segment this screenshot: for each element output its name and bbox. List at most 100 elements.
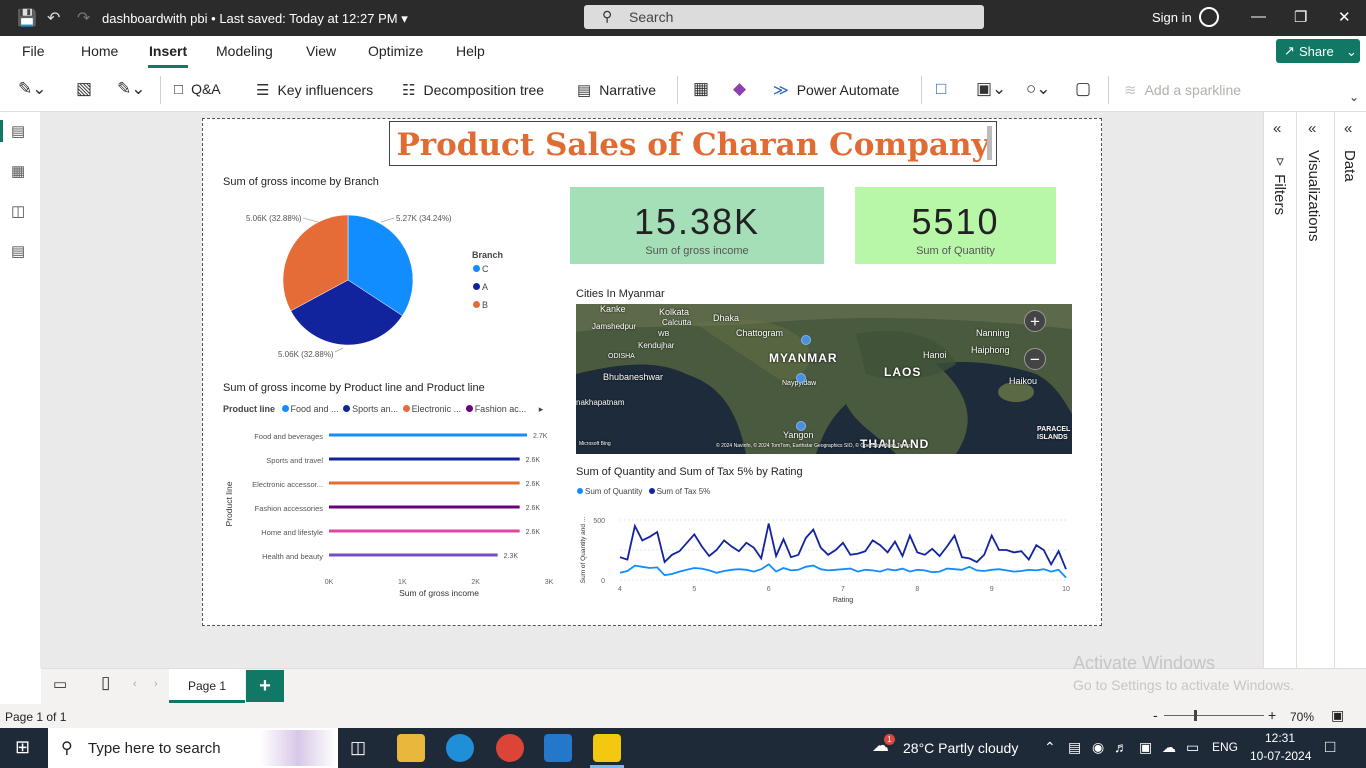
notifications-icon[interactable]: □ (1325, 737, 1335, 757)
battery-icon[interactable]: ▤ (1068, 739, 1081, 756)
menu-help[interactable]: Help (456, 43, 485, 59)
menu-file[interactable]: File (22, 43, 45, 59)
clock-time[interactable]: 12:31 (1265, 731, 1295, 745)
data-expand-icon[interactable]: « (1344, 120, 1352, 137)
map-bubble-yangon[interactable] (796, 421, 806, 431)
tax-series-line[interactable] (619, 523, 1067, 570)
report-title-box[interactable]: Product Sales of Charan Company (389, 121, 997, 166)
dax-query-view-icon[interactable]: ▤ (11, 242, 25, 260)
vscode-icon[interactable] (544, 734, 572, 762)
zoom-in-icon[interactable]: + (1268, 707, 1276, 723)
new-page-icon[interactable]: ✎⌄ (18, 79, 47, 99)
bar[interactable] (329, 457, 520, 461)
line-chart[interactable]: 500 0 4 5 6 7 8 9 10 Rating Sum of Quantity and ..… (573, 499, 1073, 609)
bar-legend-item-fashion[interactable]: Fashion ac... (465, 404, 526, 414)
ribbon-collapse-icon[interactable]: ⌄ (1349, 90, 1359, 104)
menu-home[interactable]: Home (81, 43, 118, 59)
map-bubble-chattogram[interactable] (801, 335, 811, 345)
sign-in-link[interactable]: Sign in (1152, 10, 1192, 25)
bar[interactable] (329, 433, 527, 437)
bar-legend-item-sports[interactable]: Sports an... (343, 404, 398, 414)
bar[interactable] (329, 505, 520, 509)
maximize-icon[interactable]: ❐ (1294, 8, 1307, 26)
chrome-icon[interactable] (496, 734, 524, 762)
pie-legend-item-b[interactable]: B (473, 300, 488, 310)
narrative-button[interactable]: ▤ Narrative (577, 81, 656, 99)
map-zoom-in-button[interactable]: + (1024, 310, 1046, 332)
volume-icon[interactable]: ♬ (1114, 739, 1128, 755)
menu-view[interactable]: View (306, 43, 336, 59)
power-bi-icon[interactable] (593, 734, 621, 762)
line-legend-quantity[interactable]: Sum of Quantity (577, 487, 642, 496)
language-indicator[interactable]: ENG (1212, 740, 1238, 754)
menu-insert[interactable]: Insert (149, 43, 187, 59)
decomposition-tree-button[interactable]: ☷ Decomposition tree (402, 81, 544, 99)
visualizations-pane-tab[interactable]: Visualizations (1305, 150, 1322, 241)
legend-next-icon[interactable]: ▸ (539, 404, 544, 414)
power-apps-icon[interactable]: ◆ (733, 79, 746, 99)
fit-to-page-icon[interactable]: ▣ (1331, 707, 1344, 724)
add-sparkline-button[interactable]: ≋ Add a sparkline (1124, 81, 1241, 99)
network-icon[interactable]: ▭ (1186, 739, 1199, 756)
zoom-level[interactable]: 70% (1290, 710, 1314, 724)
desktop-layout-icon[interactable]: ▭ (53, 675, 67, 693)
page-prev-icon[interactable]: ‹ (133, 678, 137, 690)
pie-chart[interactable]: 5.06K (32.88%) 5.27K (34.24%) 5.06K (32.… (223, 194, 553, 374)
pie-legend-item-a[interactable]: A (473, 282, 488, 292)
zoom-slider[interactable] (1164, 715, 1264, 716)
save-icon[interactable]: 💾 (17, 8, 37, 28)
taskbar-search[interactable]: ⚲ Type here to search (48, 728, 338, 768)
data-pane-tab[interactable]: Data (1341, 150, 1358, 182)
show-hidden-icons-icon[interactable]: ⌃ (1044, 739, 1056, 756)
buttons-icon[interactable]: ▣⌄ (976, 79, 1006, 99)
report-view-icon[interactable]: ▤ (11, 122, 25, 140)
undo-icon[interactable]: ↶ (47, 8, 60, 28)
document-title[interactable]: dashboardwith pbi • Last saved: Today at… (102, 11, 408, 27)
map-visual[interactable]: Kanke Kolkata Calcutta Dhaka Jamshedpur … (576, 304, 1072, 454)
new-visual-icon[interactable]: ▧ (76, 79, 92, 99)
windows-start-icon[interactable]: ⊞ (15, 737, 30, 758)
image-icon[interactable]: ▢ (1075, 79, 1091, 99)
model-view-icon[interactable]: ◫ (11, 202, 25, 220)
qa-button[interactable]: □ Q&A (174, 81, 221, 98)
bar-legend-item-food[interactable]: Food and ... (281, 404, 339, 414)
bar[interactable] (329, 553, 498, 557)
minimize-icon[interactable]: — (1251, 8, 1266, 25)
map-zoom-out-button[interactable]: − (1024, 348, 1046, 370)
clock-date[interactable]: 10-07-2024 (1250, 749, 1311, 763)
bar-legend-item-electronic[interactable]: Electronic ... (402, 404, 461, 414)
bar-chart[interactable]: Food and beverages 2.7K Sports and travel 2… (217, 419, 557, 609)
avatar-icon[interactable] (1199, 7, 1219, 27)
weather-text[interactable]: 28°C Partly cloudy (903, 740, 1018, 756)
more-visuals-icon[interactable]: ✎⌄ (117, 79, 146, 99)
onedrive-icon[interactable]: ☁ (1162, 739, 1176, 756)
file-explorer-icon[interactable] (397, 734, 425, 762)
map-bubble-naypyidaw[interactable] (796, 373, 806, 383)
task-view-icon[interactable]: ◫ (350, 738, 366, 758)
page-next-icon[interactable]: › (154, 678, 158, 690)
power-automate-button[interactable]: ≫ Power Automate (773, 81, 899, 99)
share-button[interactable]: ↗ Share ⌄ (1276, 39, 1360, 63)
add-page-button[interactable]: + (246, 670, 284, 702)
pie-legend-item-c[interactable]: C (473, 264, 489, 274)
bar[interactable] (329, 529, 520, 533)
zoom-slider-thumb[interactable] (1194, 710, 1197, 721)
shapes-icon[interactable]: ○⌄ (1026, 79, 1051, 99)
display-icon[interactable]: ▣ (1139, 739, 1152, 756)
text-box-icon[interactable]: □ (936, 79, 946, 99)
table-view-icon[interactable]: ▦ (11, 162, 25, 180)
edge-icon[interactable] (446, 734, 474, 762)
zoom-out-icon[interactable]: - (1153, 707, 1158, 723)
camera-icon[interactable]: ◉ (1092, 739, 1104, 756)
visualizations-expand-icon[interactable]: « (1308, 120, 1316, 137)
quantity-series-line[interactable] (619, 563, 1067, 579)
filters-expand-icon[interactable]: « (1273, 120, 1281, 137)
close-icon[interactable]: ✕ (1338, 8, 1351, 26)
bar[interactable] (329, 481, 520, 485)
report-page[interactable]: Product Sales of Charan Company Sum of g… (202, 118, 1102, 626)
menu-modeling[interactable]: Modeling (216, 43, 273, 59)
search-box[interactable]: ⚲ Search (584, 5, 984, 29)
redo-icon[interactable]: ↷ (77, 8, 90, 28)
quantity-card[interactable]: 5510 Sum of Quantity (855, 187, 1056, 264)
page-tab-1[interactable]: Page 1 (169, 669, 245, 703)
